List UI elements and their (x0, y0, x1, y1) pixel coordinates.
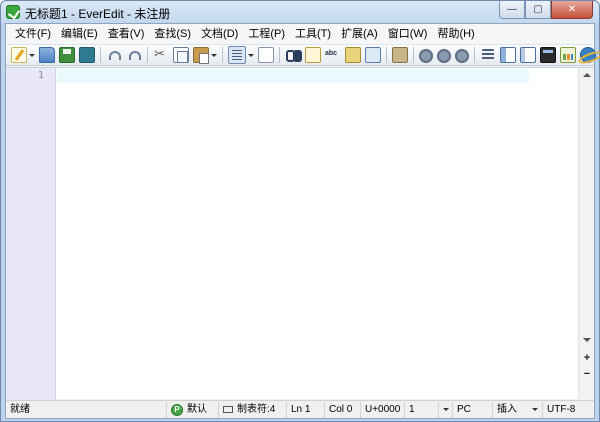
toolbar-separator (100, 47, 101, 63)
menu-bar: 文件(F) 编辑(E) 查看(V) 查找(S) 文档(D) 工程(P) 工具(T… (6, 24, 594, 44)
menu-extensions[interactable]: 扩展(A) (336, 25, 383, 43)
status-tab-size[interactable]: 制表符:4 (218, 401, 286, 418)
menu-edit[interactable]: 编辑(E) (56, 25, 103, 43)
status-insert-text: 插入 (497, 403, 517, 415)
menu-project[interactable]: 工程(P) (243, 25, 290, 43)
menu-search[interactable]: 查找(S) (149, 25, 196, 43)
editor-area[interactable]: 1 + − (6, 67, 594, 400)
replace-icon[interactable] (365, 47, 381, 63)
app-window: 无标题1 - EverEdit - 未注册 — ▢ ✕ 文件(F) 编辑(E) … (0, 0, 600, 422)
toolbar-separator (413, 47, 414, 63)
status-scheme[interactable]: P 默认 (166, 401, 218, 418)
toolbar-separator (147, 47, 148, 63)
status-insert-mode[interactable]: 插入 (492, 401, 542, 418)
gear-icon[interactable] (419, 48, 433, 63)
client-area: 文件(F) 编辑(E) 查看(V) 查找(S) 文档(D) 工程(P) 工具(T… (5, 23, 596, 419)
vertical-scrollbar[interactable]: + − (578, 68, 594, 400)
menu-window[interactable]: 窗口(W) (383, 25, 433, 43)
gear-icon[interactable] (455, 48, 469, 63)
title-bar[interactable]: 无标题1 - EverEdit - 未注册 — ▢ ✕ (1, 1, 599, 23)
status-column: Col 0 (324, 401, 360, 418)
status-bar: 就绪 P 默认 制表符:4 Ln 1 Col 0 U+0000 1 PC 插入 … (6, 400, 594, 418)
status-selection-text: 1 (409, 403, 415, 415)
status-line: Ln 1 (286, 401, 324, 418)
toolbar-separator (279, 47, 280, 63)
paste-icon[interactable] (193, 47, 209, 64)
menu-view[interactable]: 查看(V) (103, 25, 150, 43)
insert-dropdown-icon[interactable] (532, 408, 538, 411)
left-panel-icon[interactable] (500, 47, 516, 63)
status-unicode: U+0000 (360, 401, 404, 418)
maximize-button[interactable]: ▢ (525, 1, 551, 19)
status-eol-text: PC (457, 403, 471, 415)
zoom-out-icon[interactable]: − (581, 368, 593, 380)
status-encoding[interactable]: UTF-8 (542, 401, 588, 418)
new-file-dropdown-icon[interactable] (28, 47, 35, 63)
menu-tools[interactable]: 工具(T) (290, 25, 336, 43)
menu-document[interactable]: 文档(D) (196, 25, 243, 43)
toolbar-separator (222, 47, 223, 63)
caption-buttons: — ▢ ✕ (499, 1, 593, 19)
status-encoding-text: UTF-8 (547, 403, 576, 415)
toolbar-separator (474, 47, 475, 63)
eol-dropdown-icon[interactable] (443, 408, 449, 411)
toolbar-separator (386, 47, 387, 63)
toolbar (6, 44, 596, 66)
right-panel-icon[interactable] (520, 47, 536, 63)
browser-icon[interactable] (580, 47, 596, 63)
status-line-text: Ln 1 (291, 403, 311, 415)
copy-icon[interactable] (173, 47, 189, 63)
undo-icon[interactable] (106, 47, 122, 63)
status-selection: 1 (404, 401, 438, 418)
edit-icon[interactable] (305, 47, 321, 63)
scheme-icon: P (171, 403, 183, 416)
zoom-in-icon[interactable]: + (581, 352, 593, 364)
spell-check-icon[interactable] (325, 47, 341, 63)
line-number-gutter[interactable]: 1 (6, 68, 56, 400)
console-icon[interactable] (540, 47, 556, 63)
eol-dropdown[interactable] (438, 401, 452, 418)
paste-dropdown-icon[interactable] (210, 47, 217, 63)
chart-icon[interactable] (560, 47, 576, 63)
save-all-icon[interactable] (79, 47, 95, 63)
status-unicode-text: U+0000 (365, 403, 401, 415)
menu-help[interactable]: 帮助(H) (432, 25, 479, 43)
status-tab-text: 制表符:4 (237, 403, 276, 415)
line-numbers-icon[interactable] (258, 47, 274, 63)
status-column-text: Col 0 (329, 403, 353, 415)
save-icon[interactable] (59, 47, 75, 63)
tools-icon[interactable] (392, 47, 408, 63)
menu-file[interactable]: 文件(F) (10, 25, 56, 43)
status-ready: 就绪 (6, 402, 166, 418)
list-icon[interactable] (482, 49, 494, 61)
tab-icon (223, 406, 233, 413)
close-button[interactable]: ✕ (551, 1, 593, 19)
current-line-highlight[interactable] (57, 69, 529, 83)
open-folder-icon[interactable] (39, 47, 55, 63)
status-ready-text: 就绪 (10, 403, 30, 415)
status-eol[interactable]: PC (452, 401, 492, 418)
status-scheme-text: 默认 (187, 403, 207, 415)
word-wrap-icon[interactable] (228, 46, 246, 64)
line-number: 1 (37, 70, 44, 81)
find-icon[interactable] (285, 47, 301, 63)
scroll-up-icon[interactable] (583, 73, 591, 77)
scroll-down-icon[interactable] (583, 338, 591, 342)
cut-icon[interactable] (153, 46, 169, 63)
redo-icon[interactable] (126, 47, 142, 63)
minimize-button[interactable]: — (499, 1, 525, 19)
word-wrap-dropdown-icon[interactable] (247, 47, 254, 63)
gear-icon[interactable] (437, 48, 451, 63)
window-title: 无标题1 - EverEdit - 未注册 (25, 7, 171, 21)
find-in-files-icon[interactable] (345, 47, 361, 63)
app-icon[interactable] (6, 5, 20, 19)
new-file-icon[interactable] (11, 47, 27, 63)
